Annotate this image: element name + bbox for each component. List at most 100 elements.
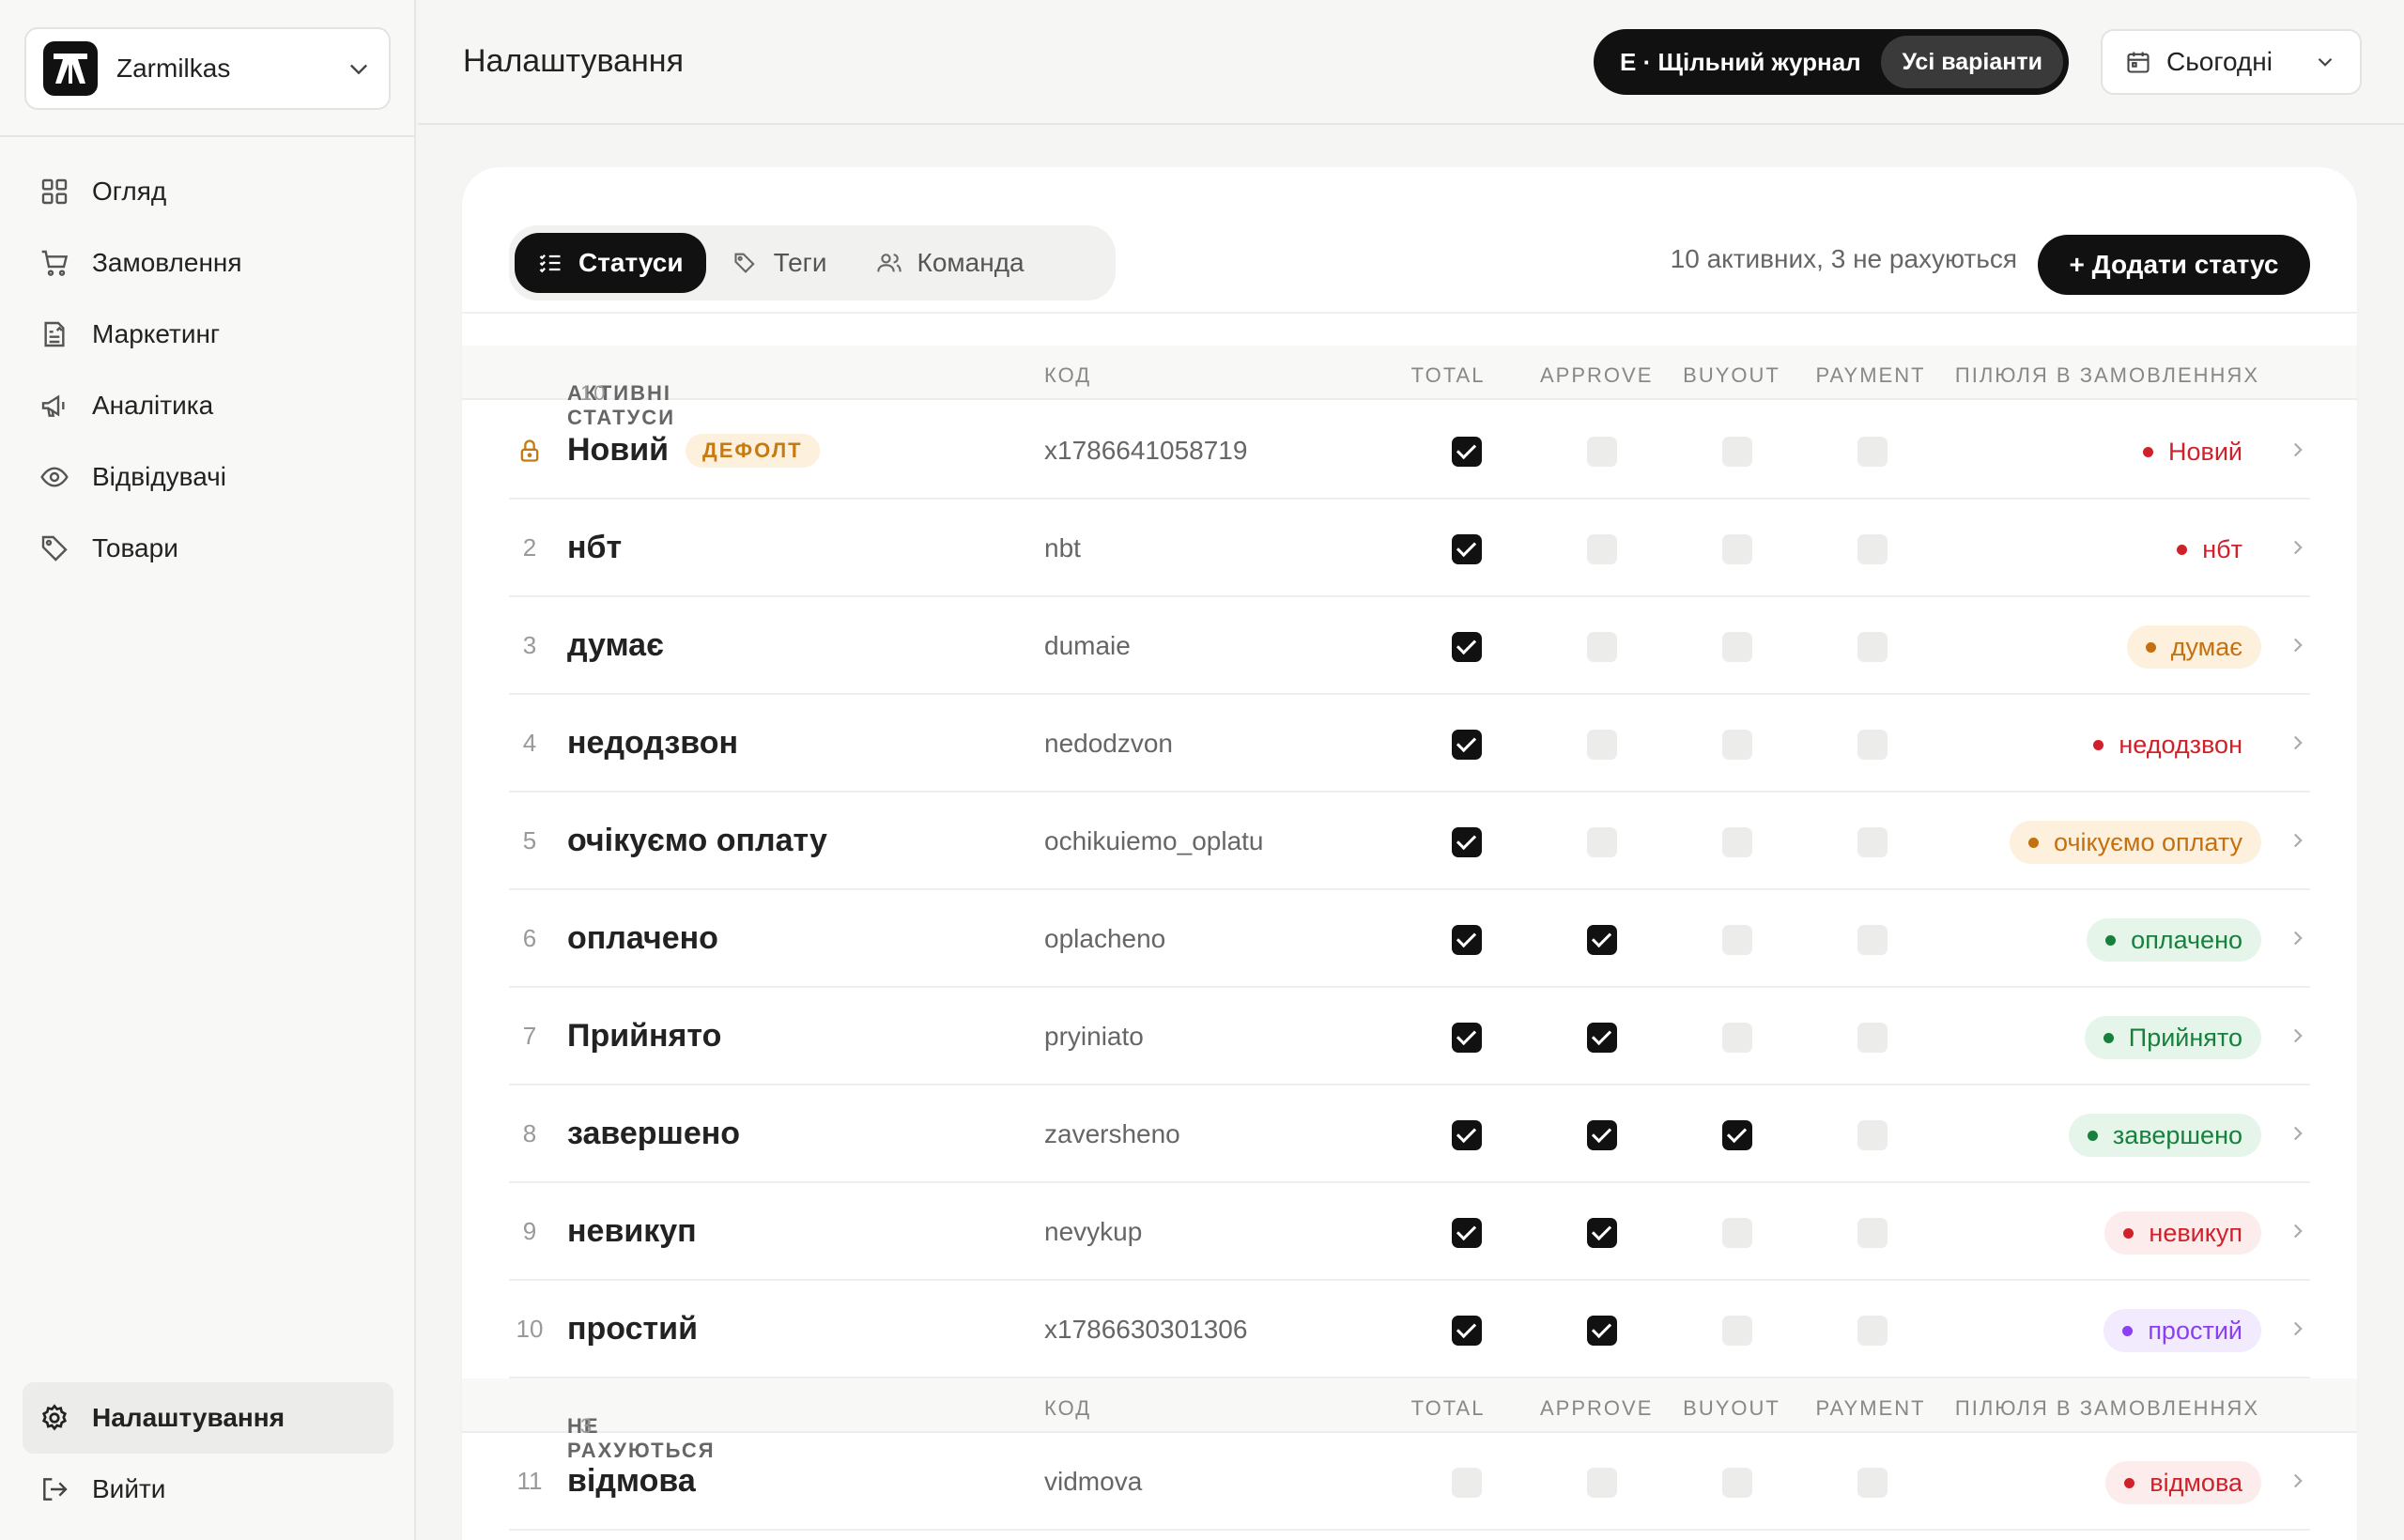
status-code: pryiniato [1044,1022,1144,1051]
chevron-right-icon[interactable] [2286,1219,2310,1243]
total-checkbox[interactable] [1452,925,1482,955]
approve-checkbox[interactable] [1587,1218,1617,1248]
buyout-checkbox[interactable] [1722,1468,1752,1498]
total-checkbox[interactable] [1452,730,1482,760]
approve-checkbox[interactable] [1587,925,1617,955]
nav-item-label: Вийти [92,1474,166,1503]
buyout-checkbox[interactable] [1722,827,1752,857]
row-number: 6 [522,924,537,952]
date-picker[interactable]: Сьогодні [2101,29,2362,95]
column-buyout: BUYOUT [1683,363,1780,387]
tab-tags[interactable]: Теги [710,233,850,293]
nav-item-logout[interactable]: Вийти [23,1454,393,1525]
buyout-checkbox[interactable] [1722,534,1752,564]
total-checkbox[interactable] [1452,1316,1482,1346]
status-row[interactable]: Новий ДЕФОЛТ x1786641058719 Новий [509,402,2310,500]
workspace-logo-icon [43,41,98,96]
status-row[interactable]: 5 очікуємо оплату ochikuiemo_oplatu очікуєм… [509,793,2310,890]
buyout-checkbox[interactable] [1722,1316,1752,1346]
total-checkbox[interactable] [1452,827,1482,857]
chevron-right-icon[interactable] [2286,1317,2310,1341]
total-checkbox[interactable] [1452,534,1482,564]
chevron-right-icon[interactable] [2286,1024,2310,1048]
payment-checkbox[interactable] [1857,632,1888,662]
total-checkbox[interactable] [1452,1023,1482,1053]
payment-checkbox[interactable] [1857,1023,1888,1053]
status-name-text: оплачено [567,920,718,956]
buyout-checkbox[interactable] [1722,1120,1752,1150]
approve-checkbox[interactable] [1587,1120,1617,1150]
workspace-switcher[interactable]: Zarmilkas [24,27,391,110]
chevron-right-icon[interactable] [2286,731,2310,755]
payment-checkbox[interactable] [1857,534,1888,564]
approve-checkbox[interactable] [1587,1023,1617,1053]
payment-checkbox[interactable] [1857,437,1888,467]
logout-icon [43,1478,68,1501]
approve-checkbox[interactable] [1587,1468,1617,1498]
payment-checkbox[interactable] [1857,827,1888,857]
status-code: x1786630301306 [1044,1315,1248,1344]
status-row[interactable]: 3 думає dumaie думає [509,597,2310,695]
column-code: КОД [1044,1396,1092,1420]
nav-item-settings[interactable]: Налаштування [23,1382,393,1454]
nav-item-orders[interactable]: Замовлення [23,227,393,299]
all-variants-button[interactable]: Усі варіанти [1881,36,2063,88]
nav-item-visitors[interactable]: Відвідувачі [23,441,393,513]
chevron-right-icon[interactable] [2286,1469,2310,1493]
tab-statuses[interactable]: Статуси [515,233,706,293]
status-name-text: відмова [567,1463,696,1499]
status-row[interactable]: 8 завершено zaversheno завершено [509,1086,2310,1183]
payment-checkbox[interactable] [1857,730,1888,760]
total-checkbox[interactable] [1452,632,1482,662]
payment-checkbox[interactable] [1857,1316,1888,1346]
status-pill: нбт [2158,528,2261,571]
nav-item-analytics[interactable]: Аналітика [23,370,393,441]
approve-checkbox[interactable] [1587,437,1617,467]
status-row[interactable]: 11 відмова vidmova відмова [509,1433,2310,1531]
chevron-right-icon[interactable] [2286,633,2310,657]
status-row[interactable]: 7 Прийнято pryiniato Прийнято [509,988,2310,1086]
status-row[interactable]: 9 невикуп nevykup невикуп [509,1183,2310,1281]
buyout-checkbox[interactable] [1722,632,1752,662]
add-status-button[interactable]: + Додати статус [2038,235,2310,295]
chevron-right-icon[interactable] [2286,926,2310,950]
approve-checkbox[interactable] [1587,1316,1617,1346]
payment-checkbox[interactable] [1857,1218,1888,1248]
status-row[interactable]: 6 оплачено oplacheno оплачено [509,890,2310,988]
approve-checkbox[interactable] [1587,730,1617,760]
payment-checkbox[interactable] [1857,925,1888,955]
chevron-right-icon[interactable] [2286,828,2310,853]
variant-switcher[interactable]: E · Щільний журнал Усі варіанти [1594,29,2069,95]
approve-checkbox[interactable] [1587,827,1617,857]
total-checkbox[interactable] [1452,1468,1482,1498]
status-pill: Прийнято [2084,1016,2261,1059]
document-icon [44,321,65,347]
payment-checkbox[interactable] [1857,1468,1888,1498]
tab-team[interactable]: Команда [854,233,1047,293]
approve-checkbox[interactable] [1587,632,1617,662]
nav-item-products[interactable]: Товари [23,513,393,584]
approve-checkbox[interactable] [1587,534,1617,564]
total-checkbox[interactable] [1452,1218,1482,1248]
chevron-down-icon [350,64,367,75]
buyout-checkbox[interactable] [1722,1218,1752,1248]
column-pill: ПІЛЮЛЯ В ЗАМОВЛЕННЯХ [1954,363,2259,387]
nav-item-label: Маркетинг [92,319,221,348]
status-row[interactable]: 2 нбт nbt нбт [509,500,2310,597]
chevron-right-icon[interactable] [2286,535,2310,560]
status-row[interactable]: 4 недодзвон nedodzvon недодзвон [509,695,2310,793]
total-checkbox[interactable] [1452,1120,1482,1150]
row-number: 4 [522,729,537,757]
chevron-right-icon[interactable] [2286,438,2310,462]
payment-checkbox[interactable] [1857,1120,1888,1150]
status-row[interactable]: 10 простий x1786630301306 простий [509,1281,2310,1378]
nav-item-overview[interactable]: Огляд [23,156,393,227]
buyout-checkbox[interactable] [1722,925,1752,955]
total-checkbox[interactable] [1452,437,1482,467]
status-name: оплачено [567,920,718,957]
buyout-checkbox[interactable] [1722,730,1752,760]
chevron-right-icon[interactable] [2286,1121,2310,1146]
nav-item-marketing[interactable]: Маркетинг [23,299,393,370]
buyout-checkbox[interactable] [1722,1023,1752,1053]
buyout-checkbox[interactable] [1722,437,1752,467]
